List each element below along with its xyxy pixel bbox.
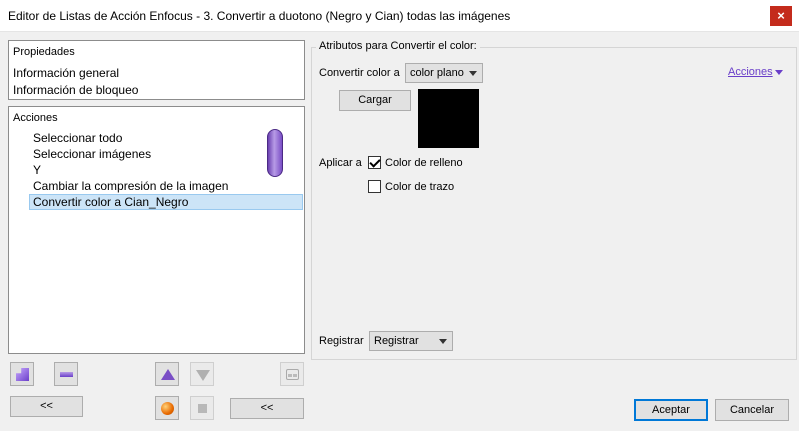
fill-color-checkbox[interactable] xyxy=(368,156,381,169)
stroke-color-checkbox[interactable] xyxy=(368,180,381,193)
register-value: Registrar xyxy=(374,335,419,347)
action-item-change-compression[interactable]: Cambiar la compresión de la imagen xyxy=(33,179,228,193)
add-action-button[interactable] xyxy=(10,362,34,386)
properties-title: Propiedades xyxy=(13,46,75,58)
register-label: Registrar xyxy=(319,335,364,347)
window-title: Editor de Listas de Acción Enfocus - 3. … xyxy=(8,9,511,23)
actions-title: Acciones xyxy=(13,112,58,124)
collapse-right-button[interactable]: << xyxy=(230,398,304,419)
convert-color-select[interactable]: color plano xyxy=(405,63,483,83)
add-action-icon xyxy=(16,368,29,381)
preview-button[interactable] xyxy=(280,362,304,386)
collapse-right-label: << xyxy=(260,402,274,414)
remove-action-icon xyxy=(60,372,73,377)
accept-button-label: Aceptar xyxy=(652,404,690,416)
chevron-down-icon xyxy=(439,339,447,344)
property-item-general-info[interactable]: Información general xyxy=(13,66,119,80)
title-bar: Editor de Listas de Acción Enfocus - 3. … xyxy=(0,0,799,32)
stop-icon xyxy=(198,404,207,413)
color-swatch[interactable] xyxy=(418,89,479,148)
chevron-down-icon xyxy=(469,71,477,76)
cancel-button[interactable]: Cancelar xyxy=(715,399,789,421)
cancel-button-label: Cancelar xyxy=(729,404,775,416)
actions-scrollbar[interactable] xyxy=(267,129,283,177)
property-item-lock-info[interactable]: Información de bloqueo xyxy=(13,83,138,97)
move-up-icon xyxy=(161,369,175,380)
move-up-button[interactable] xyxy=(155,362,179,386)
remove-action-button[interactable] xyxy=(54,362,78,386)
acciones-link-label: Acciones xyxy=(728,66,773,78)
move-down-icon xyxy=(196,370,210,381)
actions-panel: Acciones Seleccionar todo Seleccionar im… xyxy=(8,106,305,354)
collapse-left-button[interactable]: << xyxy=(10,396,83,417)
convert-color-label: Convertir color a xyxy=(319,67,400,79)
load-button[interactable]: Cargar xyxy=(339,90,411,111)
fill-color-label: Color de relleno xyxy=(385,157,463,169)
attributes-group-label: Atributos para Convertir el color: xyxy=(316,40,480,52)
action-item-select-images[interactable]: Seleccionar imágenes xyxy=(33,147,151,161)
convert-color-value: color plano xyxy=(410,67,464,79)
acciones-menu-link[interactable]: Acciones xyxy=(728,66,783,78)
close-button[interactable]: × xyxy=(770,6,792,26)
record-icon xyxy=(161,402,174,415)
close-icon: × xyxy=(777,8,785,23)
apply-to-label: Aplicar a xyxy=(319,157,362,169)
load-button-label: Cargar xyxy=(358,94,392,106)
preview-glasses-icon xyxy=(286,369,299,380)
move-down-button[interactable] xyxy=(190,362,214,386)
record-button[interactable] xyxy=(155,396,179,420)
stroke-color-label: Color de trazo xyxy=(385,181,455,193)
properties-panel: Propiedades Información general Informac… xyxy=(8,40,305,100)
action-item-convert-color[interactable]: Convertir color a Cian_Negro xyxy=(33,195,188,209)
stop-button[interactable] xyxy=(190,396,214,420)
action-item-and[interactable]: Y xyxy=(33,163,41,177)
register-select[interactable]: Registrar xyxy=(369,331,453,351)
dropdown-triangle-icon xyxy=(774,69,783,75)
accept-button[interactable]: Aceptar xyxy=(634,399,708,421)
collapse-left-label: << xyxy=(40,400,53,412)
action-item-select-all[interactable]: Seleccionar todo xyxy=(33,131,122,145)
